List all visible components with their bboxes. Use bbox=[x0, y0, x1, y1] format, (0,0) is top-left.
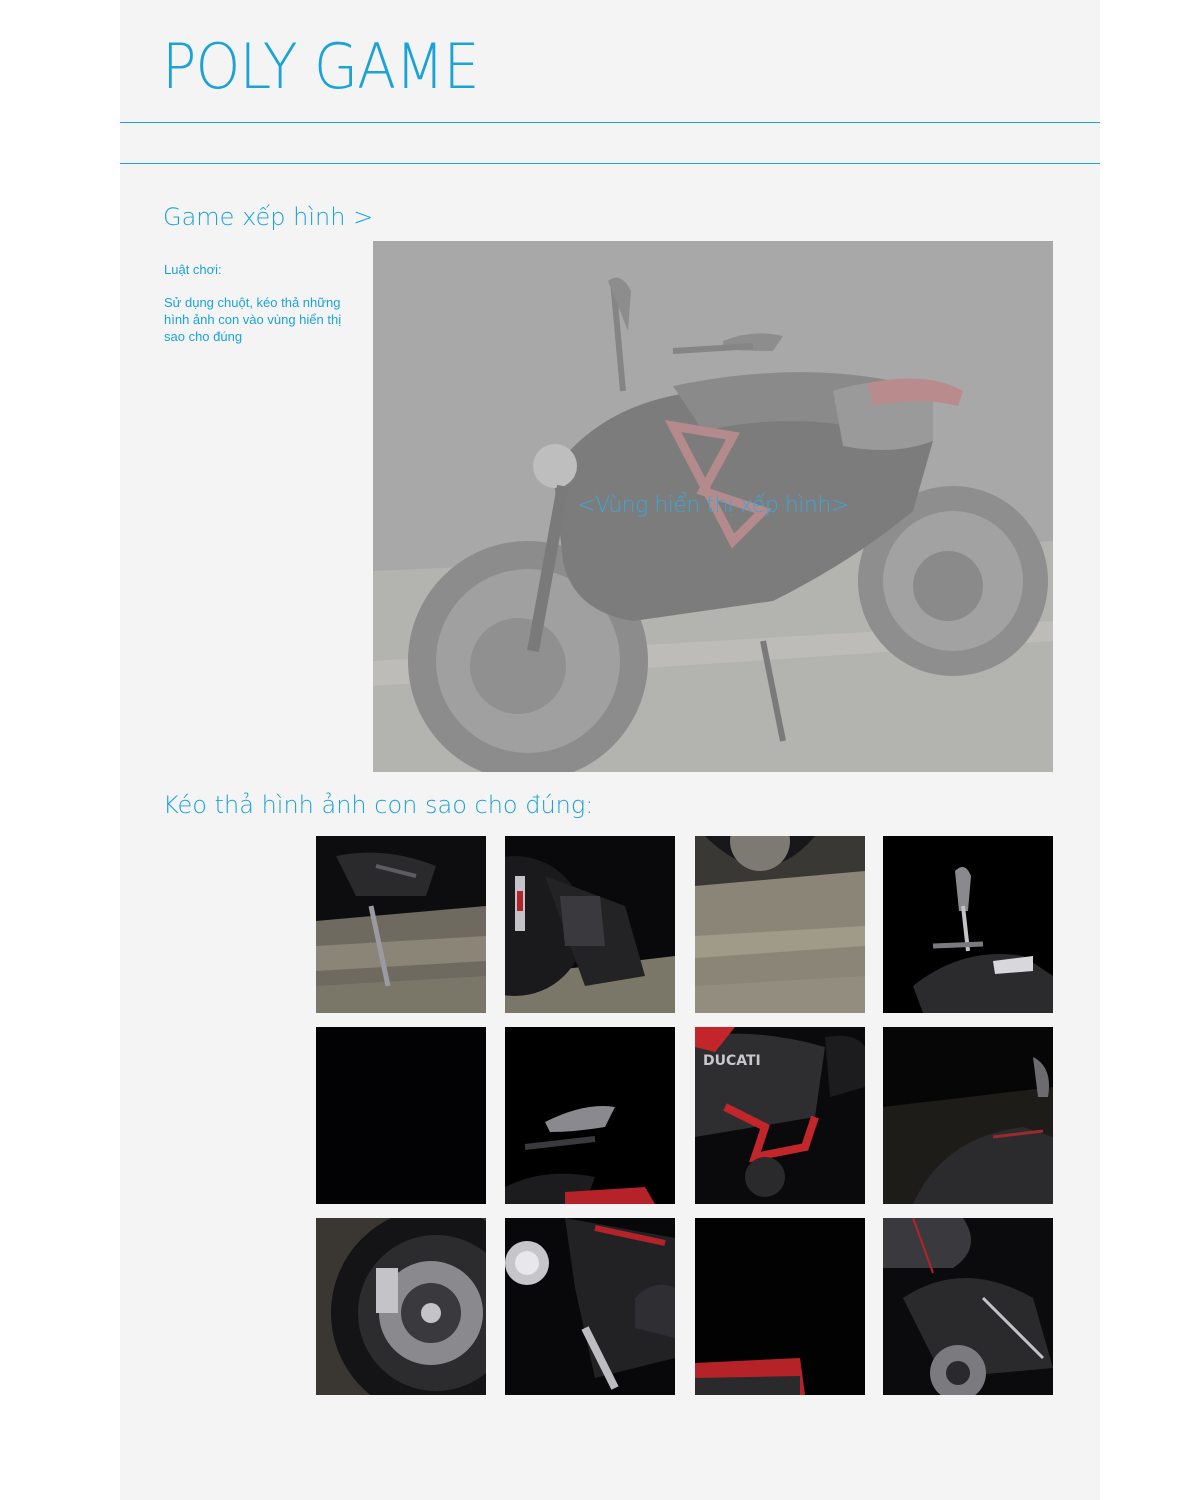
front-radiator-piece-image bbox=[505, 836, 675, 1013]
rules-text: Sử dụng chuột, kéo thả những hình ảnh co… bbox=[164, 295, 342, 344]
pieces-grid: DUCATI bbox=[316, 836, 1053, 1395]
ducati-tank-red-frame-piece-image: DUCATI bbox=[695, 1027, 865, 1204]
front-wheel-brake-piece-image bbox=[316, 1218, 486, 1395]
board-placeholder-label: <Vùng hiển thị xếp hình> bbox=[577, 493, 849, 518]
rear-swingarm-piece-image bbox=[883, 1218, 1053, 1395]
headlight-piece-image bbox=[505, 1218, 675, 1395]
puzzle-piece-10[interactable] bbox=[505, 1218, 675, 1395]
puzzle-piece-11[interactable] bbox=[695, 1218, 865, 1395]
puzzle-piece-7[interactable]: DUCATI bbox=[695, 1027, 865, 1204]
puzzle-drop-zone[interactable]: <Vùng hiển thị xếp hình> bbox=[373, 241, 1053, 772]
puzzle-piece-3[interactable] bbox=[695, 836, 865, 1013]
mirror-handlebar-piece-image bbox=[883, 836, 1053, 1013]
header-divider-bottom bbox=[120, 163, 1100, 164]
puzzle-piece-4[interactable] bbox=[883, 836, 1053, 1013]
puzzle-piece-8[interactable] bbox=[883, 1027, 1053, 1204]
rules-title: Luật chơi: bbox=[164, 262, 222, 277]
puzzle-piece-6[interactable] bbox=[505, 1027, 675, 1204]
kickstand-piece-image bbox=[316, 836, 486, 1013]
front-fender-dark-piece-image bbox=[883, 1027, 1053, 1204]
red-seat-edge-piece-image bbox=[695, 1218, 865, 1395]
header-divider-top bbox=[120, 122, 1100, 123]
mirror-red-tank-piece-image bbox=[505, 1027, 675, 1204]
svg-text:DUCATI: DUCATI bbox=[703, 1053, 761, 1069]
puzzle-piece-1[interactable] bbox=[316, 836, 486, 1013]
site-title: POLY GAME bbox=[162, 30, 480, 103]
puzzle-piece-5[interactable] bbox=[316, 1027, 486, 1204]
puzzle-piece-12[interactable] bbox=[883, 1218, 1053, 1395]
puzzle-piece-9[interactable] bbox=[316, 1218, 486, 1395]
puzzle-piece-2[interactable] bbox=[505, 836, 675, 1013]
pieces-section-heading: Kéo thả hình ảnh con sao cho đúng: bbox=[163, 791, 594, 819]
rear-wheel-pavement-piece-image bbox=[695, 836, 865, 1013]
page-container: POLY GAME Game xếp hình > Luật chơi: Sử … bbox=[120, 0, 1100, 1500]
game-rules: Luật chơi: Sử dụng chuột, kéo thả những … bbox=[164, 261, 364, 345]
game-section-heading: Game xếp hình > bbox=[163, 203, 374, 231]
dark-empty-piece-image bbox=[316, 1027, 486, 1204]
